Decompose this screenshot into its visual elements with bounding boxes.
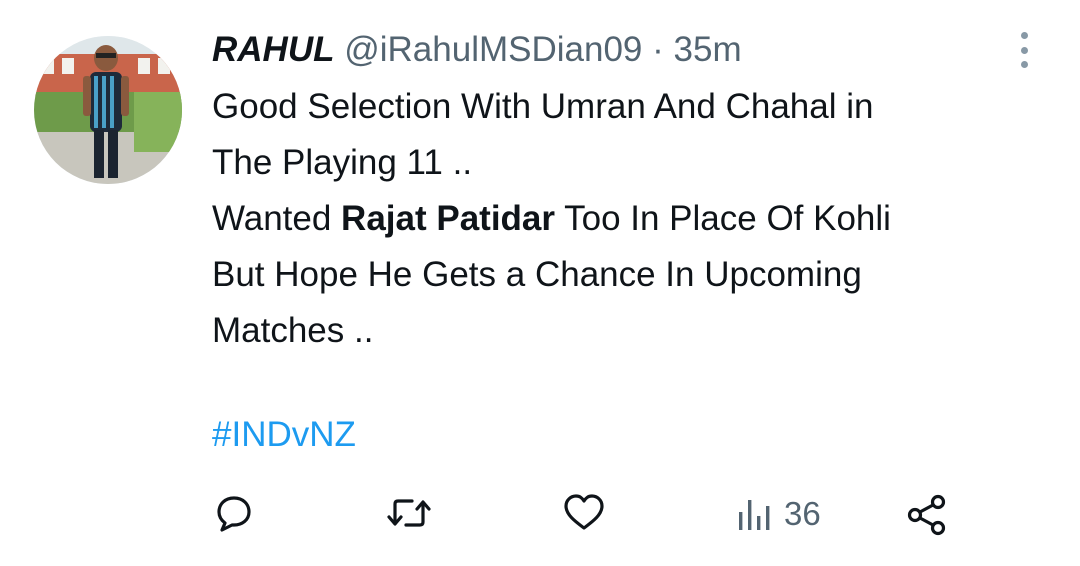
tweet-card[interactable]: RAHUL @iRahulMSDian09 · 35m Good Selecti… bbox=[0, 0, 1080, 566]
retweet-icon bbox=[387, 499, 431, 527]
hashtag-link[interactable]: #INDvNZ bbox=[212, 411, 356, 459]
share-button[interactable] bbox=[905, 493, 949, 537]
header-separator: · bbox=[652, 30, 664, 69]
analytics-icon bbox=[739, 500, 770, 530]
views-count: 36 bbox=[784, 495, 821, 532]
tweet-line: Good Selection With Umran And Chahal in bbox=[212, 87, 874, 126]
author-handle[interactable]: @iRahulMSDian09 bbox=[344, 30, 642, 69]
more-dot bbox=[1020, 61, 1028, 68]
retweet-button[interactable] bbox=[386, 493, 432, 533]
tweet-text-segment: Too In Place Of Kohli bbox=[555, 199, 891, 238]
tweet-line: The Playing 11 .. bbox=[212, 143, 473, 182]
tweet-line: Wanted Rajat Patidar Too In Place Of Koh… bbox=[212, 191, 1002, 247]
avatar[interactable] bbox=[34, 36, 182, 184]
avatar-photo bbox=[34, 36, 182, 184]
tweet-text-segment: Wanted bbox=[212, 199, 342, 238]
tweet-line: Matches .. bbox=[212, 311, 374, 350]
more-dot bbox=[1020, 46, 1028, 54]
more-vertical-icon[interactable] bbox=[1010, 30, 1038, 70]
share-icon bbox=[907, 494, 946, 536]
tweet-line: But Hope He Gets a Chance In Upcoming bbox=[212, 255, 862, 294]
timestamp[interactable]: 35m bbox=[674, 30, 742, 69]
like-button[interactable] bbox=[562, 493, 606, 533]
bold-mention: Rajat Patidar bbox=[341, 199, 556, 238]
tweet-header: RAHUL @iRahulMSDian09 · 35m bbox=[212, 28, 742, 72]
reply-icon bbox=[217, 496, 251, 532]
tweet-text: Good Selection With Umran And Chahal in … bbox=[212, 79, 1002, 359]
views-button[interactable]: 36 bbox=[736, 494, 821, 534]
author-name[interactable]: RAHUL bbox=[212, 30, 334, 69]
heart-icon bbox=[564, 494, 604, 530]
reply-button[interactable] bbox=[214, 493, 254, 533]
more-dot bbox=[1020, 32, 1028, 39]
